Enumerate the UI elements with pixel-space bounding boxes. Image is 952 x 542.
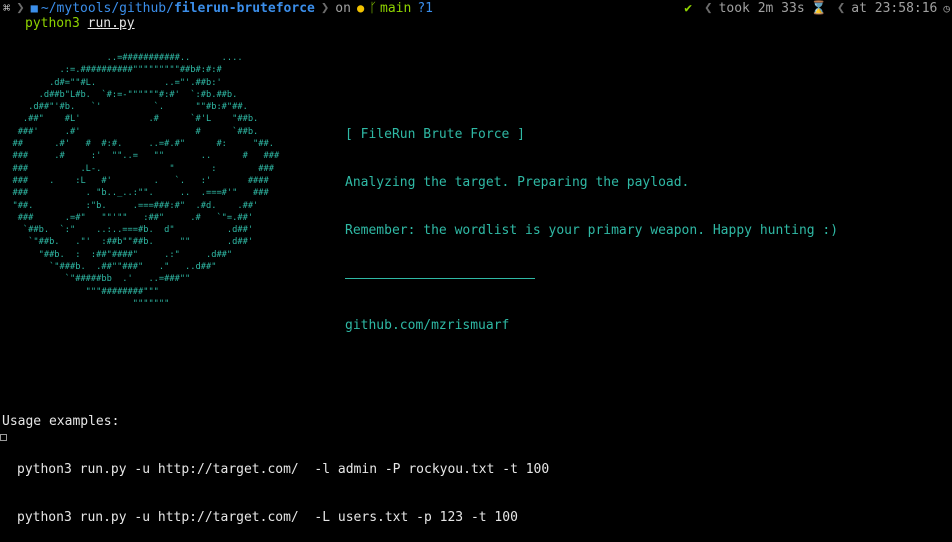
github-icon: ● xyxy=(356,1,365,15)
prompt-right-segment: ✔ ❮ took 2m 33s ⌛ ❮ at 23:58:16 ◷ xyxy=(684,0,952,17)
command-argument: run.py xyxy=(87,16,135,31)
terminal-cursor xyxy=(0,434,7,441)
prompt-separator-icon: ❯ xyxy=(16,0,25,16)
duration-label: took 2m 33s xyxy=(718,1,805,16)
prompt-separator-icon: ❯ xyxy=(320,0,330,16)
path-leaf: filerun-bruteforce xyxy=(173,1,315,16)
usage-section: Usage examples: python3 run.py -u http:/… xyxy=(2,382,549,542)
banner-line-2: Remember: the wordlist is your primary w… xyxy=(345,223,839,238)
git-status: ?1 xyxy=(417,1,433,16)
hourglass-icon: ⌛ xyxy=(810,1,827,16)
ascii-art-logo: ..=###########.. .... .:=.##########""""… xyxy=(12,53,280,309)
check-icon: ✔ xyxy=(684,1,693,16)
prompt-separator-icon: ❮ xyxy=(704,0,713,16)
banner-line-1: Analyzing the target. Preparing the payl… xyxy=(345,175,690,190)
time-label: at 23:58:16 xyxy=(851,1,938,16)
clock-icon: ◷ xyxy=(943,2,950,15)
shell-prompt: ⌘ ❯ ■ ~/mytools/github/ filerun-brutefor… xyxy=(0,0,952,17)
prompt-separator-icon: ❮ xyxy=(836,0,846,16)
banner-title: [ FileRun Brute Force ] xyxy=(345,127,526,142)
branch-icon: ᚴ xyxy=(369,1,377,16)
usage-example: python3 run.py -u http://target.com/ -l … xyxy=(17,462,550,477)
command-name: python3 xyxy=(25,16,80,31)
git-segment: on ● ᚴ main ?1 xyxy=(335,0,433,17)
usage-title: Usage examples: xyxy=(2,414,120,429)
branch-name: main xyxy=(380,1,412,16)
os-icon: ⌘ xyxy=(3,1,11,15)
banner-divider xyxy=(345,278,535,279)
command-line: python3 run.py xyxy=(25,15,135,32)
tool-banner: [ FileRun Brute Force ] Analyzing the ta… xyxy=(345,95,838,350)
usage-example: python3 run.py -u http://target.com/ -L … xyxy=(17,510,518,525)
on-label: on xyxy=(335,1,351,16)
banner-link[interactable]: github.com/mzrismuarf xyxy=(345,318,838,334)
